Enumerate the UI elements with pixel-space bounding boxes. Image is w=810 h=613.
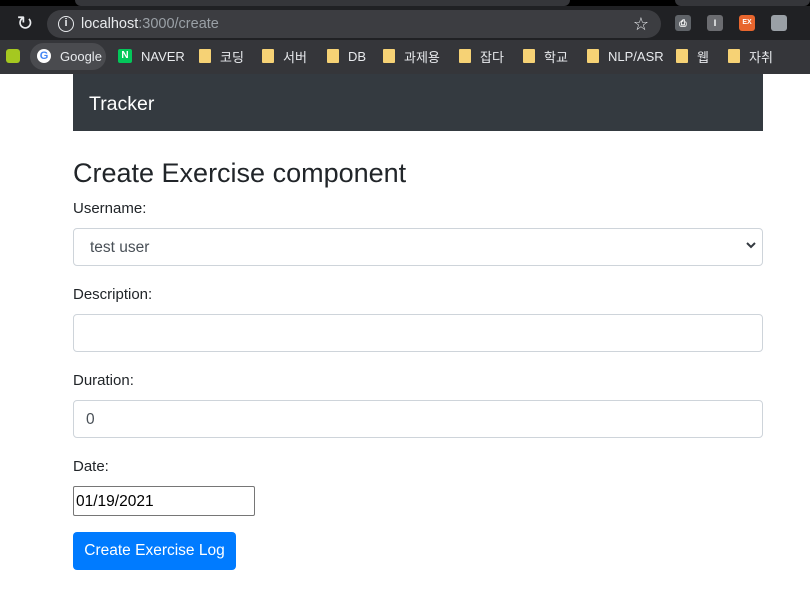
date-value: 01/19/2021: [76, 493, 154, 510]
description-label: Description:: [73, 286, 153, 303]
url-text[interactable]: localhost:3000/create: [81, 15, 219, 33]
extension-puzzle-icon[interactable]: [771, 15, 787, 31]
extension-ex-icon[interactable]: EX: [739, 15, 755, 31]
duration-label: Duration:: [73, 372, 134, 389]
bookmark-folder-coding[interactable]: 코딩: [199, 40, 244, 72]
date-label: Date:: [73, 458, 109, 475]
folder-icon: [262, 49, 274, 63]
active-tab[interactable]: [75, 0, 570, 6]
printer-icon[interactable]: ⎙: [675, 15, 691, 31]
username-select[interactable]: test user: [73, 228, 763, 266]
duration-input[interactable]: 0: [73, 400, 763, 438]
google-icon: G: [37, 49, 51, 63]
extension-i-icon[interactable]: I: [707, 15, 723, 31]
url-path: :3000/create: [138, 16, 219, 32]
bookmark-folder-db[interactable]: DB: [327, 40, 366, 72]
bookmark-folder-assignment[interactable]: 과제용: [383, 40, 440, 72]
bookmark-naver[interactable]: N NAVER: [118, 40, 185, 72]
naver-icon: N: [118, 49, 132, 63]
reload-icon[interactable]: ↻: [14, 13, 36, 35]
apps-shortcut[interactable]: [6, 40, 29, 72]
bookmark-folder-misc[interactable]: 잡다: [459, 40, 504, 72]
navbar-brand[interactable]: Tracker: [89, 93, 154, 115]
bookmark-folder-server[interactable]: 서버: [262, 40, 307, 72]
tab[interactable]: [675, 0, 810, 6]
folder-icon: [728, 49, 740, 63]
bookmark-star-icon[interactable]: ☆: [633, 13, 649, 35]
username-selected-value: test user: [90, 239, 150, 256]
url-host: localhost: [81, 16, 139, 32]
bookmark-folder-school[interactable]: 학교: [523, 40, 568, 72]
duration-value: 0: [86, 411, 95, 428]
date-picker-input[interactable]: 01/19/2021: [73, 486, 255, 516]
bookmark-folder-web[interactable]: 웹: [676, 40, 709, 72]
bookmark-folder-nlp[interactable]: NLP/ASR: [587, 40, 664, 72]
apps-icon: [6, 49, 20, 63]
bookmark-folder-living[interactable]: 자취: [728, 40, 773, 72]
address-bar[interactable]: i localhost:3000/create ☆: [47, 10, 661, 38]
info-icon[interactable]: i: [58, 16, 74, 32]
create-exercise-log-button[interactable]: Create Exercise Log: [73, 532, 236, 570]
username-label: Username:: [73, 200, 147, 217]
navbar: Tracker: [73, 74, 763, 131]
folder-icon: [199, 49, 211, 63]
bookmarks-bar: G Google N NAVER 코딩 서버 DB 과제용 잡다 학교 NLP/AS…: [0, 40, 810, 74]
tab-strip: [0, 0, 810, 6]
description-input[interactable]: [73, 314, 763, 352]
folder-icon: [327, 49, 339, 63]
folder-icon: [523, 49, 535, 63]
page-title: Create Exercise component: [73, 158, 407, 188]
folder-icon: [676, 49, 688, 63]
bookmark-google[interactable]: G Google: [37, 40, 102, 72]
folder-icon: [459, 49, 471, 63]
folder-icon: [587, 49, 599, 63]
chevron-down-icon: [746, 242, 756, 249]
folder-icon: [383, 49, 395, 63]
